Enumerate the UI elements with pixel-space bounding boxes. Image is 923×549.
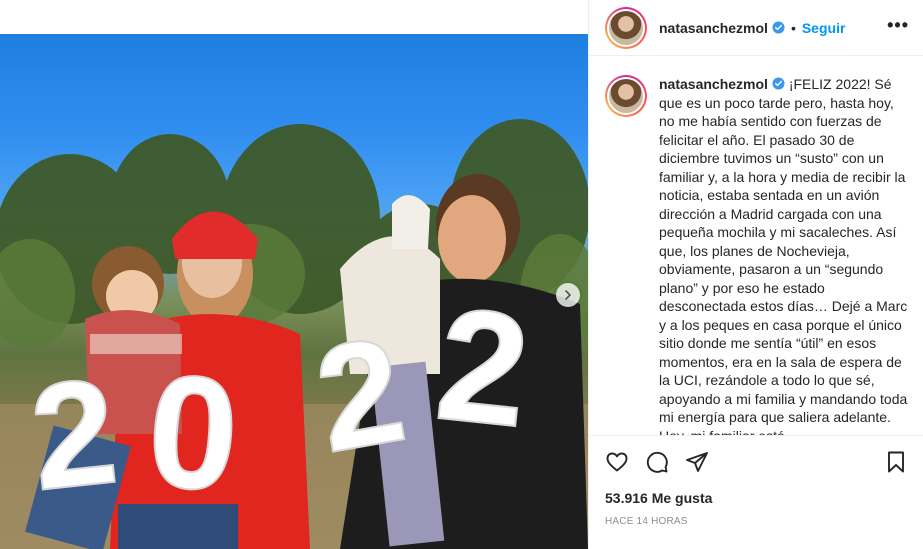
chevron-right-icon	[565, 290, 571, 300]
post-header: natasanchezmol • Seguir •••	[589, 0, 923, 56]
separator-dot: •	[790, 19, 796, 36]
comment-icon	[646, 451, 668, 473]
likes-count[interactable]: 53.916 Me gusta	[605, 490, 908, 506]
save-button[interactable]	[884, 450, 908, 474]
caption-area: natasanchezmol ¡FELIZ 2022! Sé que es un…	[589, 57, 923, 435]
photo-illustration: 2 0 2 2	[0, 119, 588, 549]
like-button[interactable]	[605, 450, 629, 474]
photo-digit-2a: 2	[23, 346, 124, 522]
post-side-panel: natasanchezmol • Seguir ••• natasanchezm…	[588, 0, 923, 549]
caption-avatar[interactable]	[605, 75, 647, 117]
photo-digit-2c: 2	[429, 273, 536, 460]
photo-digit-0: 0	[143, 340, 244, 525]
post-photo[interactable]: 2 0 2 2	[0, 34, 588, 549]
caption-body: ¡FELIZ 2022! Sé que es un poco tarde per…	[659, 76, 908, 435]
bookmark-icon	[888, 451, 904, 473]
caption-username[interactable]: natasanchezmol	[659, 76, 768, 92]
caption-row: natasanchezmol ¡FELIZ 2022! Sé que es un…	[605, 75, 912, 435]
post-timestamp[interactable]: HACE 14 HORAS	[605, 516, 908, 527]
paper-plane-icon	[686, 452, 708, 472]
next-slide-button[interactable]	[556, 283, 580, 307]
heart-icon	[606, 452, 628, 472]
follow-button[interactable]: Seguir	[802, 20, 846, 36]
caption-avatar-image	[609, 79, 643, 113]
caption-text-block: natasanchezmol ¡FELIZ 2022! Sé que es un…	[659, 75, 912, 435]
post-media[interactable]: 2 0 2 2	[0, 0, 588, 549]
avatar-image	[609, 10, 643, 45]
action-icons-row	[605, 436, 908, 488]
post-actions: 53.916 Me gusta HACE 14 HORAS	[589, 435, 923, 527]
comment-button[interactable]	[645, 450, 669, 474]
more-options-icon[interactable]: •••	[887, 16, 909, 34]
verified-badge-icon	[772, 21, 785, 34]
share-button[interactable]	[685, 450, 709, 474]
header-username[interactable]: natasanchezmol	[659, 20, 768, 36]
avatar[interactable]	[605, 6, 647, 49]
verified-badge-icon	[772, 77, 785, 90]
